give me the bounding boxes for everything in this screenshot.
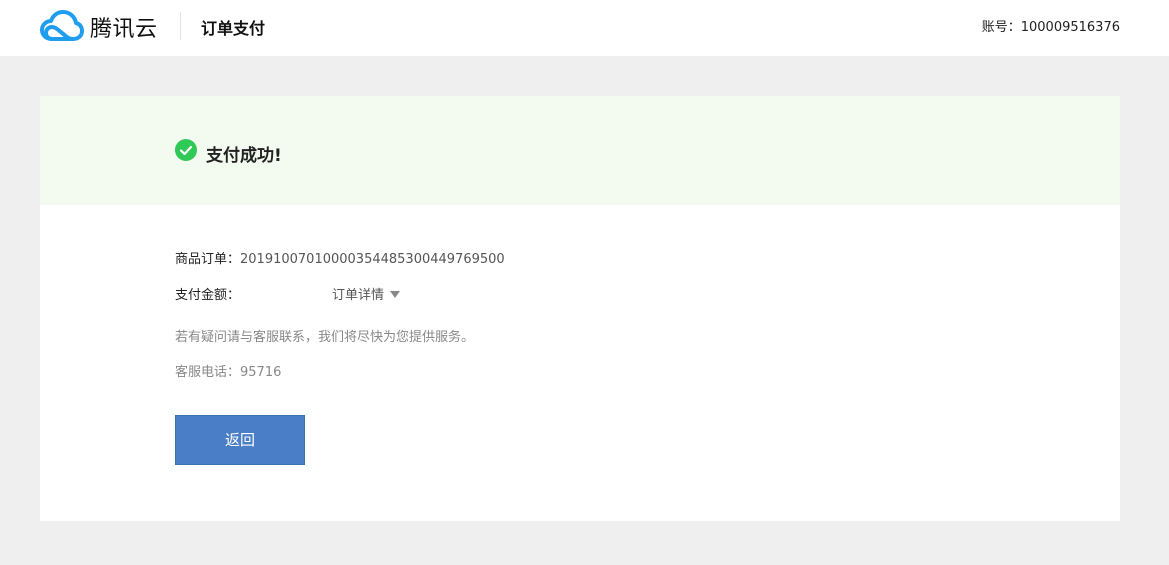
header-divider xyxy=(180,12,181,40)
check-circle-icon xyxy=(175,139,197,161)
success-banner: 支付成功! xyxy=(40,96,1120,205)
phone-label: 客服电话： xyxy=(175,365,241,380)
account-label: 账号： xyxy=(981,20,1021,35)
support-phone: 客服电话：95716 xyxy=(175,361,281,380)
brand-name: 腾讯云 xyxy=(90,17,158,42)
amount-label: 支付金额： xyxy=(175,288,241,303)
order-number: 20191007010000354485300449769500 xyxy=(240,252,505,267)
payment-status: 支付成功! xyxy=(206,146,282,166)
tencent-cloud-logo-icon xyxy=(40,10,84,41)
order-details-toggle[interactable]: 订单详情 xyxy=(332,288,401,303)
caret-down-icon xyxy=(390,291,401,298)
account-info: 账号：100009516376 xyxy=(982,16,1120,35)
top-header: 腾讯云 订单支付 账号：100009516376 xyxy=(0,0,1169,56)
back-button[interactable]: 返回 xyxy=(175,415,305,465)
amount-redacted xyxy=(240,289,332,303)
payment-result-card: 支付成功! 商品订单：20191007010000354485300449769… xyxy=(40,96,1120,521)
order-number-row: 商品订单：20191007010000354485300449769500 xyxy=(175,248,505,267)
account-number: 100009516376 xyxy=(1020,20,1120,35)
page-title: 订单支付 xyxy=(201,19,266,38)
order-label: 商品订单： xyxy=(175,252,241,267)
brand-logo[interactable]: 腾讯云 xyxy=(40,9,158,45)
phone-number: 95716 xyxy=(240,365,282,380)
payment-amount-row: 支付金额： 订单详情 xyxy=(175,284,401,303)
support-notice: 若有疑问请与客服联系，我们将尽快为您提供服务。 xyxy=(175,330,475,345)
order-details-label: 订单详情 xyxy=(332,288,385,303)
